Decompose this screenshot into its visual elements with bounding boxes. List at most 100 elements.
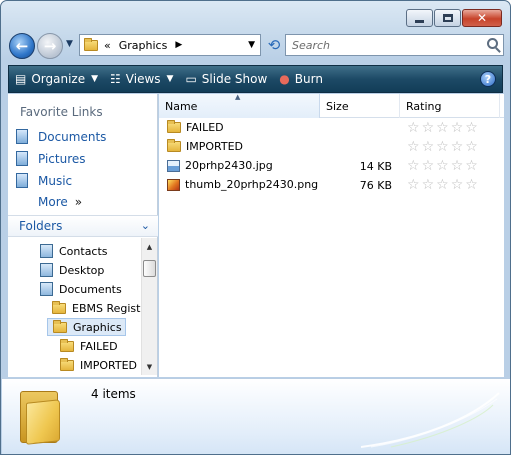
scrollbar-thumb[interactable] (143, 260, 156, 277)
tree-item-label: Graphics (73, 320, 122, 334)
address-bar[interactable]: « Graphics ▶ ▼ (79, 34, 261, 56)
desktop-icon (40, 263, 53, 277)
star-icon[interactable]: ☆ (422, 139, 435, 155)
scroll-up-icon[interactable]: ▲ (142, 239, 157, 254)
star-icon[interactable]: ☆ (407, 120, 420, 136)
star-icon[interactable]: ☆ (422, 120, 435, 136)
star-icon[interactable]: ☆ (407, 177, 420, 193)
sort-ascending-icon: ▲ (235, 93, 241, 101)
star-icon[interactable]: ☆ (436, 120, 449, 136)
star-icon[interactable]: ☆ (451, 177, 464, 193)
image-file-icon (167, 159, 180, 172)
file-name: thumb_20prhp2430.png (185, 178, 319, 191)
maximize-button[interactable] (434, 9, 461, 27)
column-label: Size (326, 99, 349, 113)
address-dropdown-icon[interactable]: ▼ (248, 40, 255, 50)
double-chevron-right-icon: » (74, 195, 83, 209)
documents-icon (40, 282, 53, 296)
organize-icon: ▤ (15, 72, 27, 86)
breadcrumb-arrow-icon[interactable]: ▶ (175, 40, 182, 50)
search-icon[interactable] (487, 38, 498, 49)
organize-label: Organize (31, 72, 86, 86)
star-icon[interactable]: ☆ (436, 158, 449, 174)
slideshow-icon: ▭ (185, 72, 197, 86)
recent-pages-dropdown[interactable]: ▼ (66, 39, 73, 49)
refresh-button[interactable]: ⟲ (263, 34, 285, 56)
tree-item-documents[interactable]: Documents (40, 280, 122, 298)
contacts-icon (40, 244, 53, 258)
refresh-icon: ⟲ (267, 36, 281, 54)
favorite-link-more[interactable]: More » (38, 195, 82, 209)
star-icon[interactable]: ☆ (465, 139, 478, 155)
file-row[interactable]: IMPORTED ☆ ☆ ☆ ☆ ☆ (159, 138, 504, 157)
star-icon[interactable]: ☆ (407, 139, 420, 155)
file-row[interactable]: 20prhp2430.jpg 14 KB ☆ ☆ ☆ ☆ ☆ (159, 157, 504, 176)
views-label: Views (125, 72, 161, 86)
tree-item-label: IMPORTED (80, 358, 138, 372)
folders-toggle[interactable]: Folders ⌄ (8, 215, 158, 237)
tree-item-label: Desktop (59, 263, 105, 277)
rating-stars[interactable]: ☆ ☆ ☆ ☆ ☆ (407, 120, 480, 136)
decorative-swoosh (361, 392, 500, 448)
chevron-down-icon: ▼ (91, 74, 99, 84)
rating-stars[interactable]: ☆ ☆ ☆ ☆ ☆ (407, 139, 480, 155)
back-button[interactable]: ← (9, 33, 35, 59)
forward-button[interactable]: → (37, 33, 63, 59)
rating-stars[interactable]: ☆ ☆ ☆ ☆ ☆ (407, 177, 480, 193)
address-overflow-chevron[interactable]: « (104, 39, 111, 52)
favorite-link-music[interactable]: Music (16, 173, 72, 188)
minimize-icon (415, 19, 424, 23)
star-icon[interactable]: ☆ (451, 120, 464, 136)
slideshow-button[interactable]: ▭ Slide Show (179, 66, 273, 92)
favorite-link-documents[interactable]: Documents (16, 129, 106, 144)
tree-item-ebms-registry[interactable]: EBMS Registr (52, 299, 141, 317)
star-icon[interactable]: ☆ (422, 158, 435, 174)
scroll-down-icon[interactable]: ▼ (142, 359, 157, 374)
folder-tree-scrollbar[interactable]: ▲ ▼ (141, 238, 157, 375)
column-header-rating[interactable]: Rating (400, 94, 500, 118)
pictures-icon (16, 151, 28, 166)
folder-icon (52, 300, 66, 314)
star-icon[interactable]: ☆ (436, 139, 449, 155)
burn-button[interactable]: ● Burn (273, 66, 329, 92)
star-icon[interactable]: ☆ (451, 158, 464, 174)
views-button[interactable]: ☷ Views ▼ (104, 66, 179, 92)
slideshow-label: Slide Show (201, 72, 268, 86)
column-header: ▲ Name Size Rating (159, 93, 504, 118)
tree-item-imported[interactable]: IMPORTED (60, 356, 137, 374)
column-header-size[interactable]: Size (320, 94, 400, 118)
help-button[interactable]: ? (480, 71, 496, 87)
command-toolbar: ▤ Organize ▼ ☷ Views ▼ ▭ Slide Show ● Bu… (8, 65, 503, 93)
favorite-links-heading: Favorite Links (20, 105, 103, 119)
star-icon[interactable]: ☆ (465, 120, 478, 136)
documents-icon (16, 129, 28, 144)
tree-item-label: Contacts (59, 244, 108, 258)
star-icon[interactable]: ☆ (465, 158, 478, 174)
organize-button[interactable]: ▤ Organize ▼ (9, 66, 104, 92)
close-button[interactable]: ✕ (462, 9, 502, 27)
favorite-link-pictures[interactable]: Pictures (16, 151, 86, 166)
close-icon: ✕ (476, 11, 488, 25)
minimize-button[interactable] (406, 9, 433, 27)
star-icon[interactable]: ☆ (451, 139, 464, 155)
tree-item-contacts[interactable]: Contacts (40, 242, 108, 260)
star-icon[interactable]: ☆ (465, 177, 478, 193)
rating-stars[interactable]: ☆ ☆ ☆ ☆ ☆ (407, 158, 480, 174)
tree-item-graphics[interactable]: Graphics (47, 318, 126, 336)
star-icon[interactable]: ☆ (407, 158, 420, 174)
file-size: 76 KB (359, 179, 392, 192)
favorite-link-label: Pictures (38, 151, 86, 166)
file-row[interactable]: thumb_20prhp2430.png 76 KB ☆ ☆ ☆ ☆ ☆ (159, 176, 504, 195)
chevron-down-icon: ▼ (166, 74, 174, 84)
column-label: Name (165, 99, 198, 113)
search-input[interactable]: Search (285, 34, 504, 56)
star-icon[interactable]: ☆ (422, 177, 435, 193)
tree-item-failed[interactable]: FAILED (60, 337, 118, 355)
column-header-name[interactable]: ▲ Name (159, 93, 320, 118)
caption-buttons: ✕ (405, 9, 502, 27)
star-icon[interactable]: ☆ (436, 177, 449, 193)
breadcrumb-graphics[interactable]: Graphics (119, 39, 168, 52)
tree-item-desktop[interactable]: Desktop (40, 261, 104, 279)
item-count: 4 items (91, 387, 136, 401)
file-row[interactable]: FAILED ☆ ☆ ☆ ☆ ☆ (159, 119, 504, 138)
